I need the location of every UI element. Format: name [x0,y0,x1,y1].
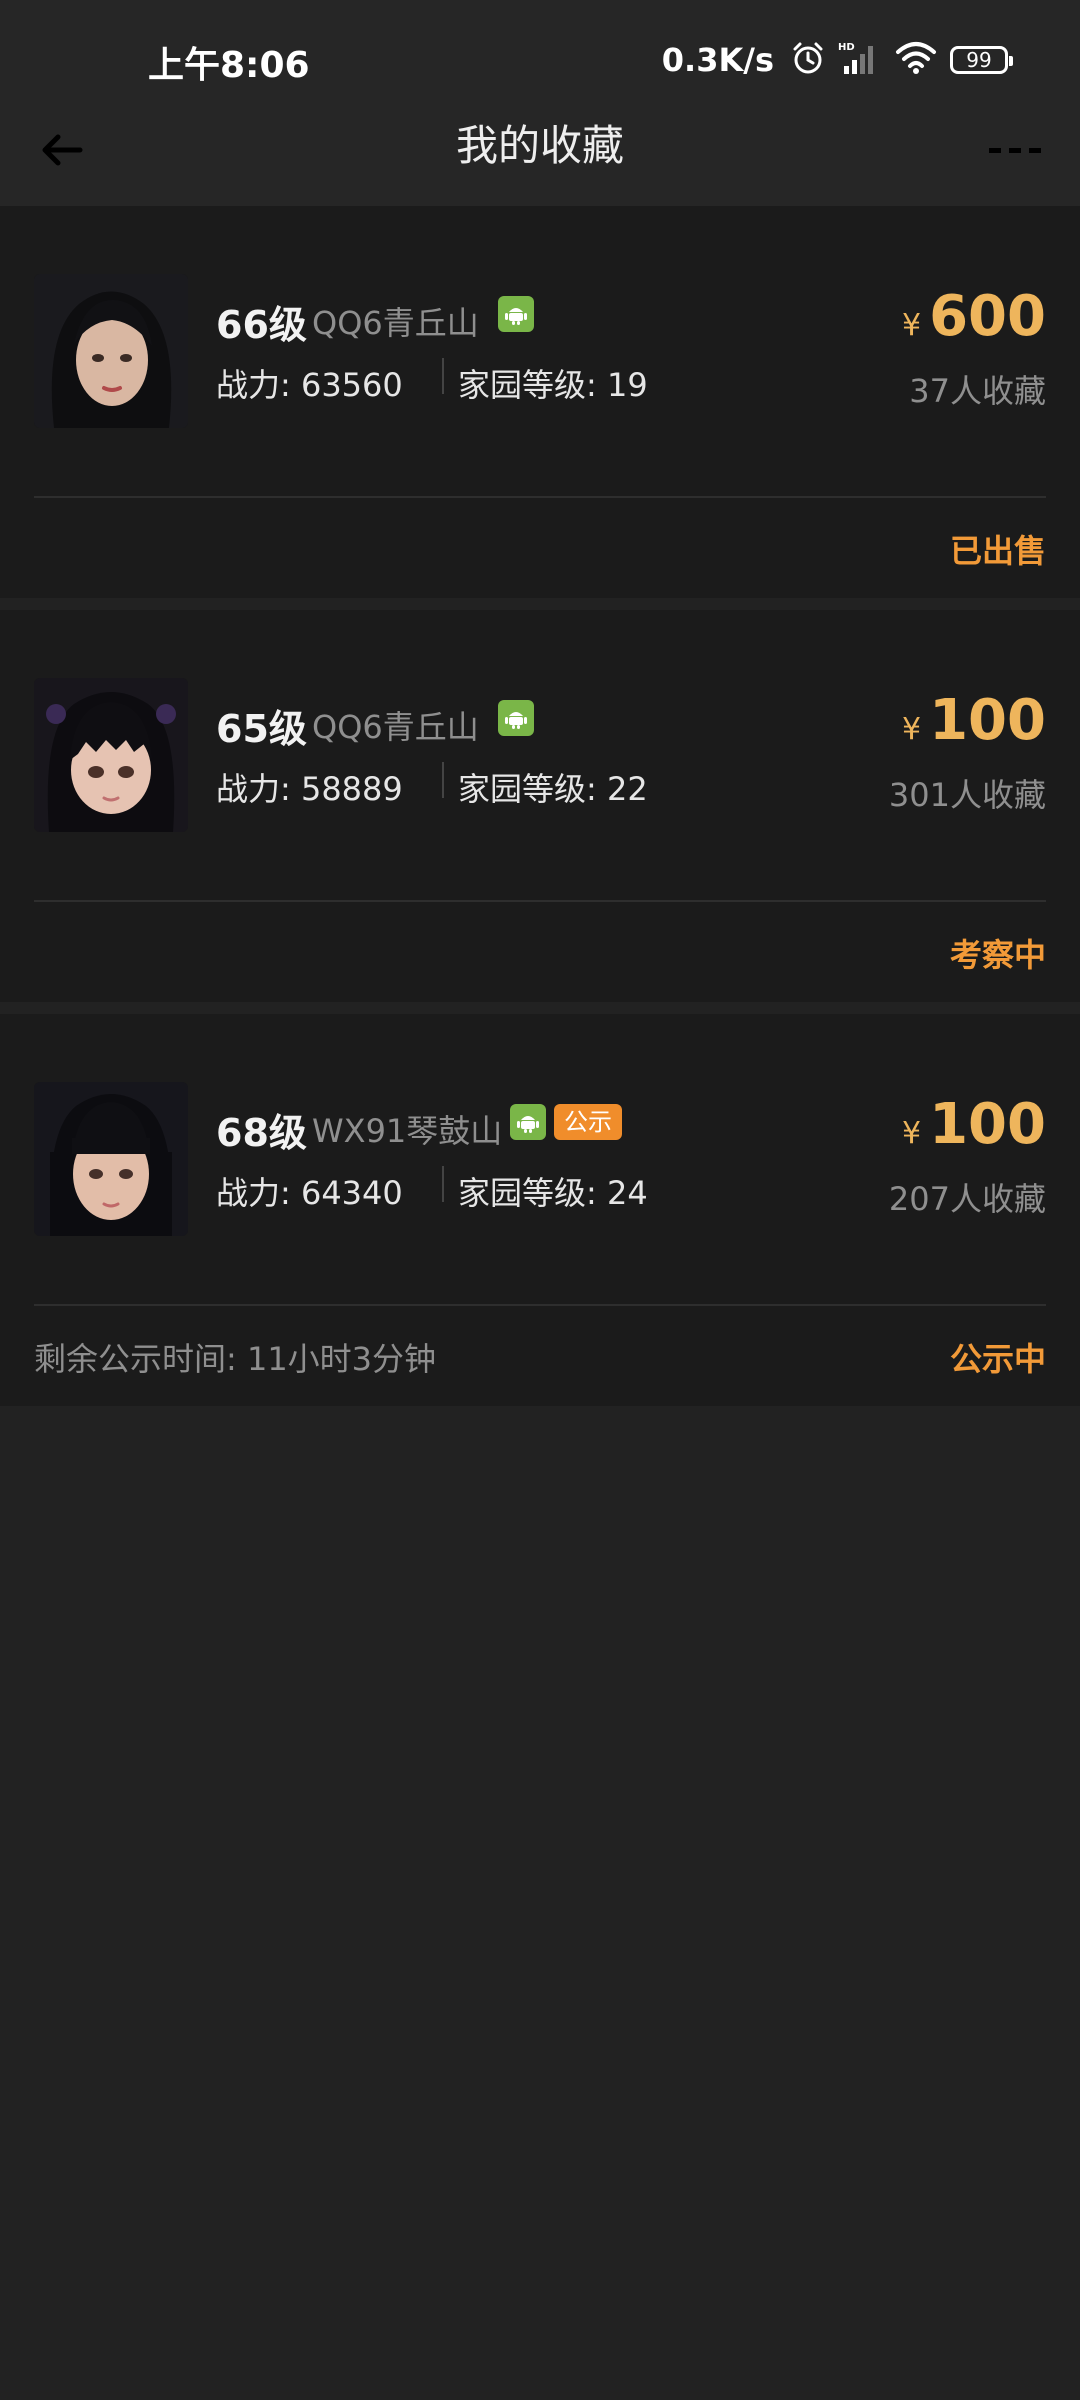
favorite-count: 37人收藏 [909,372,1046,410]
character-avatar [34,1082,188,1236]
currency-symbol: ¥ [902,308,922,343]
favorite-card[interactable]: 66级 QQ6青丘山 战力: 63560 家园等级: 19 ¥ 600 37人收… [0,206,1080,598]
favorite-count: 301人收藏 [888,776,1046,814]
android-icon [498,700,534,736]
svg-text:HD: HD [838,42,855,53]
more-dots-icon [989,148,1041,153]
card-divider [34,496,1046,498]
android-icon [510,1104,546,1140]
stat-divider [442,762,444,798]
wifi-icon [894,40,938,80]
home-level: 家园等级: 19 [458,366,648,404]
price: ¥ 100 [902,688,1046,753]
server-name: QQ6青丘山 [312,708,479,746]
status-icons: 0.3K/s HD 99 [661,38,1013,82]
currency-symbol: ¥ [902,1116,922,1151]
status-label: 已出售 [949,532,1046,570]
status-label: 公示中 [949,1340,1046,1378]
status-time: 上午8:06 [148,45,310,86]
cellular-signal-icon: HD [838,40,882,80]
price-value: 600 [929,284,1046,349]
public-notice-badge: 公示 [554,1104,622,1140]
server-name: QQ6青丘山 [312,304,479,342]
server-name: WX91琴鼓山 [312,1112,503,1150]
status-label: 考察中 [949,936,1046,974]
battery-icon: 99 [950,46,1013,74]
home-level: 家园等级: 22 [458,770,648,808]
character-avatar [34,678,188,832]
currency-symbol: ¥ [902,712,922,747]
alarm-icon [790,40,826,80]
app-screen: 上午8:06 0.3K/s HD 99 我的收藏 66级 QQ6青丘山 战力: … [0,0,1080,2400]
price: ¥ 600 [902,284,1046,349]
price-value: 100 [929,688,1046,753]
price-value: 100 [929,1092,1046,1157]
favorite-card[interactable]: 65级 QQ6青丘山 战力: 58889 家园等级: 22 ¥ 100 301人… [0,610,1080,1002]
character-level: 65级 [216,707,307,751]
net-speed: 0.3K/s [661,41,774,79]
android-icon [498,296,534,332]
combat-power: 战力: 58889 [216,770,403,808]
combat-power: 战力: 63560 [216,366,403,404]
home-level: 家园等级: 24 [458,1174,648,1212]
card-divider [34,1304,1046,1306]
nav-header: 我的收藏 [0,100,1080,206]
more-button[interactable] [980,122,1050,178]
favorite-card[interactable]: 68级 WX91琴鼓山 公示 战力: 64340 家园等级: 24 ¥ 100 … [0,1014,1080,1406]
character-level: 68级 [216,1111,307,1155]
combat-power: 战力: 64340 [216,1174,403,1212]
page-title: 我的收藏 [455,121,624,170]
favorite-count: 207人收藏 [888,1180,1046,1218]
stat-divider [442,358,444,394]
character-level: 66级 [216,303,307,347]
remaining-notice-time: 剩余公示时间: 11小时3分钟 [34,1340,437,1378]
stat-divider [442,1166,444,1202]
price: ¥ 100 [902,1092,1046,1157]
character-avatar [34,274,188,428]
card-divider [34,900,1046,902]
